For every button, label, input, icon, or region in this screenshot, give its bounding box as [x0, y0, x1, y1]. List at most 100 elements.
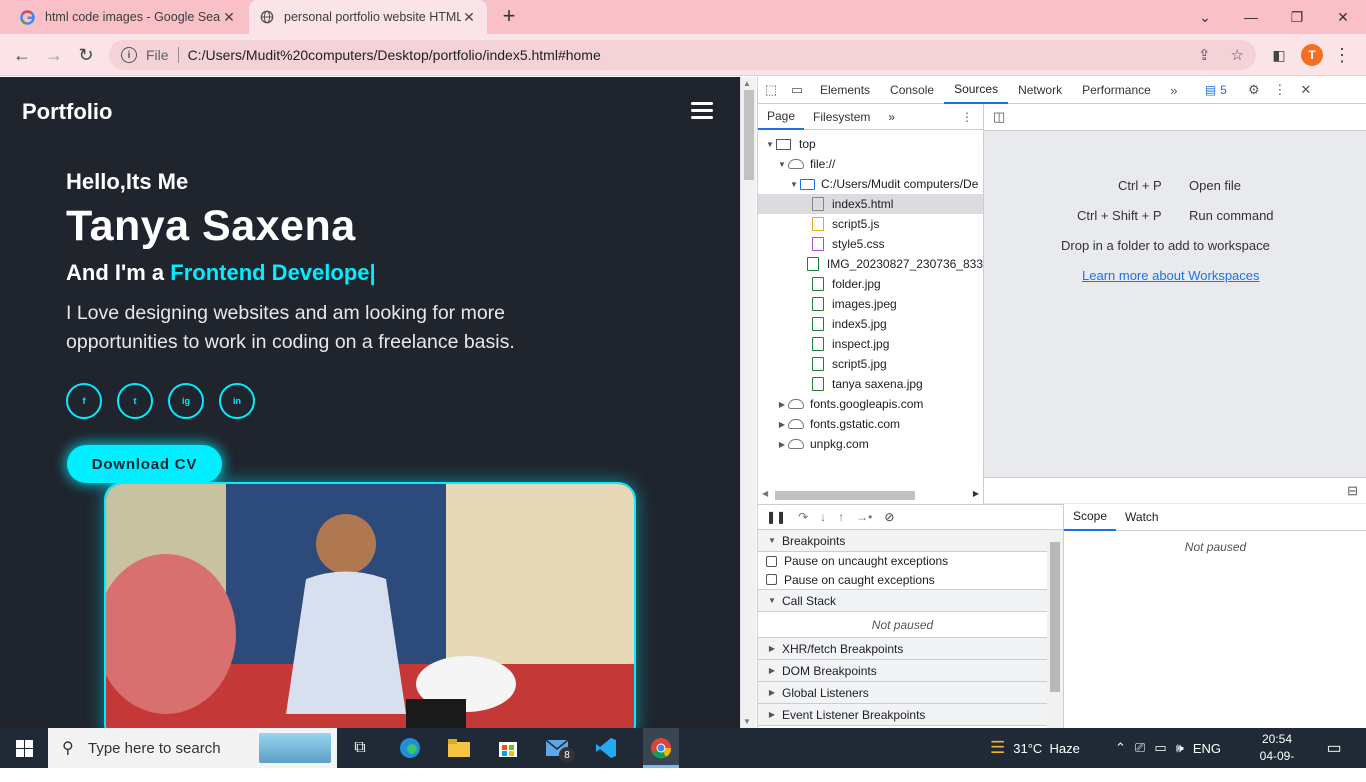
call-stack-section[interactable]: ▼ Call Stack — [758, 590, 1047, 612]
inspect-element-icon[interactable]: ⬚ — [758, 82, 784, 98]
tab-elements[interactable]: Elements — [810, 77, 880, 104]
input-language[interactable]: ENG — [1193, 741, 1221, 756]
new-tab-button[interactable]: + — [498, 5, 520, 27]
event-listener-breakpoints-section[interactable]: ▶ Event Listener Breakpoints — [758, 704, 1047, 726]
toggle-debugger-icon[interactable]: ⊟ — [1347, 483, 1358, 499]
xhr-breakpoints-section[interactable]: ▶ XHR/fetch Breakpoints — [758, 638, 1047, 660]
step-out-icon[interactable]: ↑ — [838, 510, 844, 524]
step-over-icon[interactable]: ↷ — [798, 510, 808, 524]
hamburger-menu-icon[interactable] — [691, 102, 713, 119]
battery-icon[interactable]: ▭ — [1154, 740, 1166, 756]
close-tab-icon[interactable]: ✕ — [221, 9, 237, 26]
tab-filesystem[interactable]: Filesystem — [804, 104, 879, 130]
side-panel-icon[interactable]: ◧ — [1267, 43, 1291, 67]
twitter-icon[interactable]: t — [117, 383, 153, 419]
tree-item[interactable]: script5.js — [758, 214, 983, 234]
task-view-icon[interactable]: ⧉ — [348, 736, 372, 760]
more-tabs-icon[interactable]: » — [1161, 83, 1187, 98]
tab-search-icon[interactable]: ⌄ — [1182, 0, 1228, 34]
settings-gear-icon[interactable]: ⚙ — [1241, 82, 1267, 98]
tab-scope[interactable]: Scope — [1064, 504, 1117, 531]
reload-button[interactable]: ↻ — [74, 43, 98, 67]
more-nav-tabs-icon[interactable]: » — [879, 104, 904, 130]
facebook-icon[interactable]: f — [66, 383, 102, 419]
scroll-left-icon[interactable]: ◀ — [762, 489, 768, 498]
tree-item[interactable]: style5.css — [758, 234, 983, 254]
pause-icon[interactable]: ❚❚ — [766, 510, 786, 524]
tab-sources[interactable]: Sources — [944, 77, 1009, 104]
devtools-menu-icon[interactable]: ⋮ — [1267, 82, 1293, 98]
taskbar-search-box[interactable]: ⚲ Type here to search — [48, 728, 337, 768]
menu-kebab-icon[interactable]: ⋮ — [1330, 43, 1354, 67]
site-logo[interactable]: Portfolio — [22, 99, 112, 125]
tree-item[interactable]: images.jpeg — [758, 294, 983, 314]
pause-caught-option[interactable]: Pause on caught exceptions — [758, 570, 1047, 590]
weather-widget[interactable]: ☰ 31°C Haze — [990, 728, 1080, 768]
tree-item[interactable]: inspect.jpg — [758, 334, 983, 354]
tab-page[interactable]: Page — [758, 104, 805, 130]
minimize-button[interactable]: — — [1228, 0, 1274, 34]
linkedin-icon[interactable]: in — [219, 383, 255, 419]
step-icon[interactable]: →• — [856, 510, 872, 524]
tree-item[interactable]: ▼ file:// — [758, 154, 983, 174]
debugger-scrollbar[interactable] — [1047, 530, 1063, 728]
tree-item[interactable]: index5.jpg — [758, 314, 983, 334]
tree-item[interactable]: ▼ C:/Users/Mudit computers/De — [758, 174, 983, 194]
download-cv-button[interactable]: Download CV — [67, 445, 222, 483]
info-icon[interactable]: i — [121, 47, 137, 63]
windows-start-icon[interactable] — [12, 736, 36, 760]
tree-item[interactable]: folder.jpg — [758, 274, 983, 294]
mail-icon[interactable]: 8 — [545, 736, 575, 763]
tree-item[interactable]: index5.html — [758, 194, 983, 214]
learn-workspaces-link[interactable]: Learn more about Workspaces — [1082, 268, 1260, 283]
url-text[interactable]: C:/Users/Mudit%20computers/Desktop/portf… — [188, 47, 601, 63]
close-tab-icon[interactable]: ✕ — [461, 9, 477, 26]
device-toolbar-icon[interactable]: ▭ — [784, 82, 810, 98]
tab-console[interactable]: Console — [880, 77, 944, 104]
volume-icon[interactable]: 🕪 — [1176, 740, 1184, 756]
tree-item[interactable]: ▼ top — [758, 134, 983, 154]
navigator-hscrollbar[interactable]: ◀ ▶ — [758, 487, 983, 503]
instagram-icon[interactable]: ig — [168, 383, 204, 419]
checkbox[interactable] — [766, 574, 777, 585]
tab-performance[interactable]: Performance — [1072, 77, 1161, 104]
tree-item[interactable]: IMG_20230827_230736_833 — [758, 254, 983, 274]
restore-button[interactable]: ❐ — [1274, 0, 1320, 34]
tree-item[interactable]: ▶ fonts.googleapis.com — [758, 394, 983, 414]
scroll-down-icon[interactable]: ▼ — [743, 717, 751, 726]
tab-watch[interactable]: Watch — [1116, 504, 1168, 531]
deactivate-breakpoints-icon[interactable]: ⊘ — [884, 510, 894, 524]
address-bar[interactable]: i File C:/Users/Mudit%20computers/Deskto… — [109, 40, 1256, 70]
tree-item[interactable]: ▶ unpkg.com — [758, 434, 983, 454]
scrollbar-thumb[interactable] — [744, 90, 754, 180]
scroll-up-icon[interactable]: ▲ — [743, 79, 751, 88]
chrome-icon[interactable] — [643, 728, 679, 768]
close-devtools-icon[interactable]: ✕ — [1293, 82, 1319, 98]
tree-item[interactable]: ▶ fonts.gstatic.com — [758, 414, 983, 434]
forward-button[interactable]: → — [42, 43, 66, 67]
vscode-icon[interactable] — [594, 736, 618, 760]
profile-avatar[interactable]: T — [1301, 44, 1323, 66]
page-scrollbar[interactable]: ▲ ▼ — [740, 77, 756, 728]
pause-uncaught-option[interactable]: Pause on uncaught exceptions — [758, 552, 1047, 570]
bookmark-star-icon[interactable]: ☆ — [1231, 46, 1244, 64]
tab-portfolio[interactable]: personal portfolio website HTML ✕ — [249, 0, 487, 34]
show-hidden-icons-icon[interactable]: ⌃ — [1115, 740, 1126, 756]
back-button[interactable]: ← — [10, 43, 34, 67]
dom-breakpoints-section[interactable]: ▶ DOM Breakpoints — [758, 660, 1047, 682]
share-icon[interactable]: ⇪ — [1198, 46, 1211, 64]
network-icon[interactable]: ⎚ — [1135, 740, 1145, 756]
global-listeners-section[interactable]: ▶ Global Listeners — [758, 682, 1047, 704]
clock[interactable]: 20:54 04-09-2023 — [1252, 731, 1302, 782]
close-window-button[interactable]: ✕ — [1320, 0, 1366, 34]
scrollbar-thumb[interactable] — [775, 491, 915, 500]
navigator-menu-icon[interactable]: ⋮ — [961, 110, 973, 124]
tree-item[interactable]: tanya saxena.jpg — [758, 374, 983, 394]
notifications-icon[interactable]: ▭ — [1322, 736, 1346, 760]
tab-google-search[interactable]: html code images - Google Searc ✕ — [10, 0, 247, 34]
scroll-right-icon[interactable]: ▶ — [973, 489, 979, 498]
scrollbar-thumb[interactable] — [1050, 542, 1060, 692]
tab-network[interactable]: Network — [1008, 77, 1072, 104]
step-into-icon[interactable]: ↓ — [820, 510, 826, 524]
toggle-navigator-icon[interactable]: ◫ — [993, 109, 1005, 125]
